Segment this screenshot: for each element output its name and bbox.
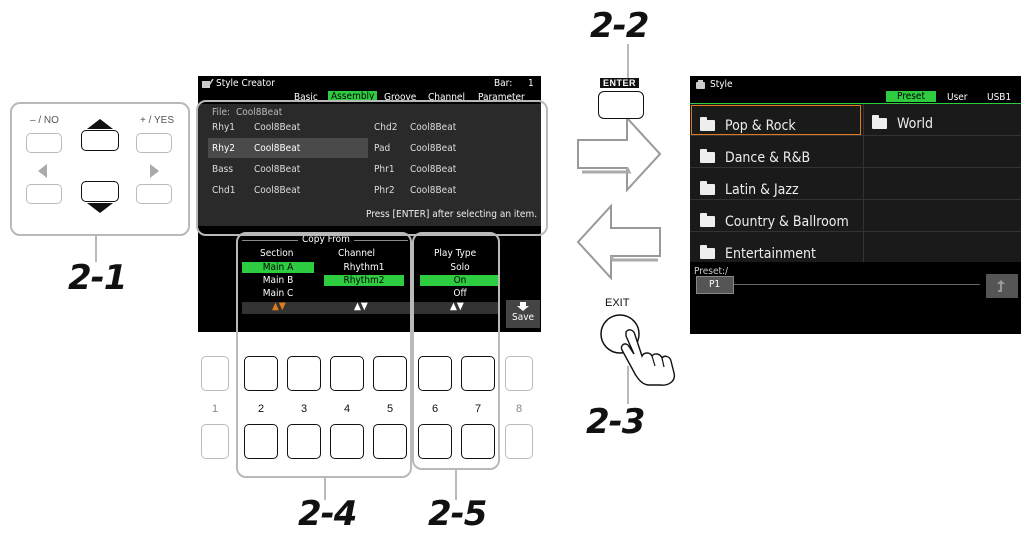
folder-icon bbox=[872, 115, 887, 129]
panel-button-4-lower[interactable] bbox=[330, 424, 364, 459]
panel-number-4: 4 bbox=[343, 403, 351, 415]
down-arrow-icon bbox=[87, 203, 113, 213]
list-item-label: Latin & Jazz bbox=[725, 182, 799, 198]
panel-button-6-lower[interactable] bbox=[418, 424, 452, 459]
page-button-p1[interactable]: P1 bbox=[696, 276, 734, 294]
style-icon bbox=[696, 80, 705, 89]
tab-usb1[interactable]: USB1 bbox=[987, 92, 1011, 103]
no-label: – / NO bbox=[30, 115, 59, 126]
enter-label: ENTER bbox=[600, 78, 640, 88]
panel-number-2: 2 bbox=[257, 403, 265, 415]
panel-number-7: 7 bbox=[474, 403, 482, 415]
panel-button-3-upper[interactable] bbox=[287, 356, 321, 391]
panel-button-8-upper[interactable] bbox=[505, 356, 533, 391]
panel-button-7-lower[interactable] bbox=[461, 424, 495, 459]
folder-icon bbox=[700, 149, 715, 163]
panel-button-7-upper[interactable] bbox=[461, 356, 495, 391]
panel-number-3: 3 bbox=[300, 403, 308, 415]
bar-label: Bar: bbox=[494, 78, 513, 89]
panel-button-2-lower[interactable] bbox=[244, 424, 278, 459]
list-item[interactable]: Country & Ballroom bbox=[700, 213, 849, 230]
no-button[interactable] bbox=[26, 133, 62, 153]
panel-button-6-upper[interactable] bbox=[418, 356, 452, 391]
tab-user[interactable]: User bbox=[947, 92, 968, 103]
list-item[interactable]: Pop & Rock bbox=[700, 117, 796, 134]
lcd-list-frame bbox=[196, 100, 548, 236]
row-divider bbox=[690, 199, 1021, 200]
screen-title: Style bbox=[710, 79, 733, 90]
save-label: Save bbox=[512, 312, 535, 323]
panel-button-8-lower[interactable] bbox=[505, 424, 533, 459]
folder-divider bbox=[863, 104, 864, 262]
right-button[interactable] bbox=[136, 184, 172, 204]
panel-button-4-upper[interactable] bbox=[330, 356, 364, 391]
enter-button[interactable] bbox=[598, 91, 644, 119]
list-item[interactable]: World bbox=[872, 115, 934, 132]
left-arrow-icon bbox=[38, 164, 47, 178]
panel-button-2-upper[interactable] bbox=[244, 356, 278, 391]
list-item[interactable]: Latin & Jazz bbox=[700, 181, 799, 198]
yes-button[interactable] bbox=[136, 133, 172, 153]
style-selection-screen: Style Preset User USB1 Pop & Rock Dance … bbox=[690, 76, 1021, 334]
up-folder-button[interactable] bbox=[986, 274, 1018, 298]
list-item-label: Pop & Rock bbox=[725, 118, 796, 134]
panel-number-1: 1 bbox=[211, 403, 219, 415]
list-item[interactable]: Dance & R&B bbox=[700, 149, 811, 166]
folder-icon bbox=[700, 181, 715, 195]
save-button[interactable]: Save bbox=[506, 300, 540, 328]
row-divider bbox=[690, 135, 1021, 136]
yes-label: + / YES bbox=[140, 115, 175, 126]
pointing-hand-icon bbox=[620, 329, 676, 386]
folder-icon bbox=[700, 245, 715, 259]
list-item[interactable]: Entertainment bbox=[700, 245, 816, 262]
screen-title: Style Creator bbox=[216, 78, 275, 89]
right-arrow-icon bbox=[150, 164, 159, 178]
panel-button-1-lower[interactable] bbox=[201, 424, 229, 459]
folder-icon bbox=[700, 117, 715, 131]
panel-button-3-lower[interactable] bbox=[287, 424, 321, 459]
list-item-label: Dance & R&B bbox=[725, 150, 811, 166]
panel-number-6: 6 bbox=[431, 403, 439, 415]
list-item-label: Entertainment bbox=[725, 246, 816, 262]
panel-button-1-upper[interactable] bbox=[201, 356, 229, 391]
row-divider bbox=[690, 167, 1021, 168]
save-download-icon bbox=[517, 302, 529, 311]
page-label: P1 bbox=[709, 279, 721, 290]
path-line bbox=[730, 284, 980, 285]
list-item-label: World bbox=[897, 116, 934, 132]
panel-button-5-lower[interactable] bbox=[373, 424, 407, 459]
list-item-label: Country & Ballroom bbox=[725, 214, 849, 230]
up-folder-icon bbox=[997, 280, 1005, 292]
row-divider bbox=[690, 231, 1021, 232]
bar-value: 1 bbox=[528, 78, 534, 89]
tab-preset[interactable]: Preset bbox=[886, 91, 936, 102]
up-arrow-icon bbox=[87, 119, 113, 129]
down-button[interactable] bbox=[81, 181, 119, 202]
panel-button-5-upper[interactable] bbox=[373, 356, 407, 391]
left-button[interactable] bbox=[26, 184, 62, 204]
panel-number-8: 8 bbox=[515, 403, 523, 415]
folder-icon bbox=[700, 213, 715, 227]
exit-label: EXIT bbox=[605, 297, 630, 309]
up-button[interactable] bbox=[81, 130, 119, 151]
folder-list: Pop & Rock Dance & R&B Latin & Jazz Coun… bbox=[690, 104, 1021, 262]
style-creator-icon bbox=[202, 79, 214, 88]
panel-number-5: 5 bbox=[386, 403, 394, 415]
